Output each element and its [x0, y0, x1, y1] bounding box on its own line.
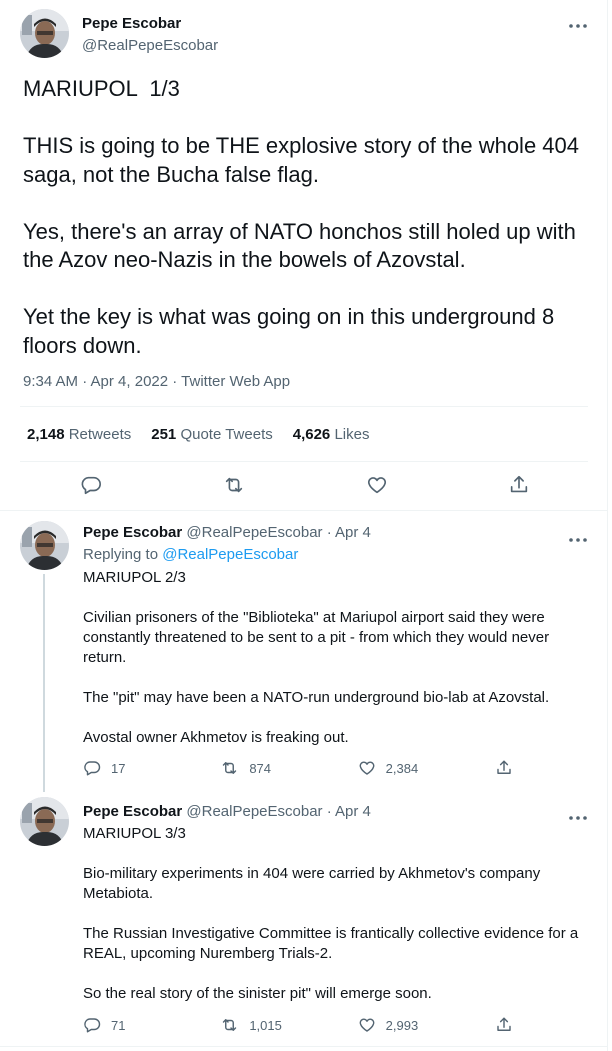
replying-to: Replying to @RealPepeEscobar: [83, 546, 298, 563]
like-icon: [359, 761, 375, 775]
author-handle[interactable]: @RealPepeEscobar: [186, 803, 322, 820]
retweet-icon: [223, 1019, 237, 1031]
share-icon: [497, 760, 511, 774]
more-icon[interactable]: [568, 17, 588, 33]
author-name[interactable]: Pepe Escobar: [83, 803, 182, 820]
tweet-text: MARIUPOL 1/3 THIS is going to be THE exp…: [23, 76, 579, 358]
tweet-date[interactable]: · Apr 4: [327, 524, 371, 541]
like-count: 2,384: [385, 760, 419, 776]
retweets-label: Retweets: [68, 426, 132, 443]
reply-actions: 17 874 2,384: [83, 759, 513, 777]
share-button[interactable]: [495, 1016, 513, 1034]
retweets-stat[interactable]: 2,148 Retweets: [27, 426, 131, 443]
like-count: 2,993: [385, 1017, 419, 1033]
retweet-count: 1,015: [249, 1017, 282, 1033]
author-name[interactable]: Pepe Escobar: [83, 524, 182, 541]
divider: [0, 1046, 608, 1047]
reply-actions: 71 1,015 2,993: [83, 1016, 513, 1034]
tweet-thread: Pepe Escobar @RealPepeEscobar MARIUPOL 1…: [0, 0, 608, 1051]
like-icon: [359, 1018, 375, 1032]
like-button[interactable]: 2,384: [358, 759, 468, 777]
tweet-date[interactable]: · Apr 4: [327, 803, 371, 820]
quote-tweets-stat[interactable]: 251 Quote Tweets: [151, 426, 272, 443]
tweet-actions: [80, 474, 530, 496]
share-button[interactable]: [495, 759, 513, 777]
tweet-stats: 2,148 Retweets 251 Quote Tweets 4,626 Li…: [27, 426, 369, 443]
reply-header: Pepe Escobar @RealPepeEscobar · Apr 4: [83, 524, 371, 541]
replying-to-link[interactable]: @RealPepeEscobar: [162, 546, 298, 563]
reply-icon: [84, 1018, 101, 1033]
likes-label: Likes: [334, 426, 370, 443]
likes-stat[interactable]: 4,626 Likes: [293, 426, 370, 443]
retweet-icon: [223, 762, 237, 774]
like-icon[interactable]: [366, 474, 388, 496]
likes-count: 4,626: [292, 426, 331, 443]
reply-header: Pepe Escobar @RealPepeEscobar · Apr 4: [83, 803, 371, 820]
reply-count: 17: [111, 760, 126, 776]
reply-count: 71: [111, 1017, 126, 1033]
quotes-count: 251: [151, 426, 177, 443]
share-icon[interactable]: [508, 474, 530, 496]
replying-prefix: Replying to: [83, 546, 159, 563]
avatar[interactable]: [20, 9, 69, 58]
more-icon[interactable]: [568, 531, 588, 547]
author-handle[interactable]: @RealPepeEscobar: [186, 524, 322, 541]
author-name[interactable]: Pepe Escobar: [82, 15, 181, 32]
tweet-text: MARIUPOL 3/3 Bio-military experiments in…: [83, 825, 579, 1002]
quotes-label: Quote Tweets: [180, 426, 273, 443]
reply-icon[interactable]: [80, 474, 102, 496]
retweets-count: 2,148: [27, 426, 65, 443]
share-icon: [497, 1017, 511, 1031]
reply-button[interactable]: 71: [83, 1016, 193, 1034]
tweet-timestamp[interactable]: 9:34 AM · Apr 4, 2022 · Twitter Web App: [23, 373, 290, 390]
avatar[interactable]: [20, 521, 69, 570]
thread-line: [43, 574, 45, 792]
retweet-button[interactable]: 874: [220, 759, 330, 777]
divider: [20, 461, 588, 462]
reply-button[interactable]: 17: [83, 759, 193, 777]
divider: [0, 510, 608, 511]
avatar[interactable]: [20, 797, 69, 846]
like-button[interactable]: 2,993: [358, 1016, 468, 1034]
reply-icon: [84, 761, 101, 776]
tweet-text: MARIUPOL 2/3 Civilian prisoners of the "…: [83, 569, 550, 746]
more-icon[interactable]: [568, 809, 588, 825]
author-handle[interactable]: @RealPepeEscobar: [82, 37, 218, 54]
retweet-count: 874: [249, 760, 272, 776]
divider: [20, 406, 588, 407]
retweet-button[interactable]: 1,015: [220, 1016, 330, 1034]
retweet-icon[interactable]: [222, 474, 246, 496]
